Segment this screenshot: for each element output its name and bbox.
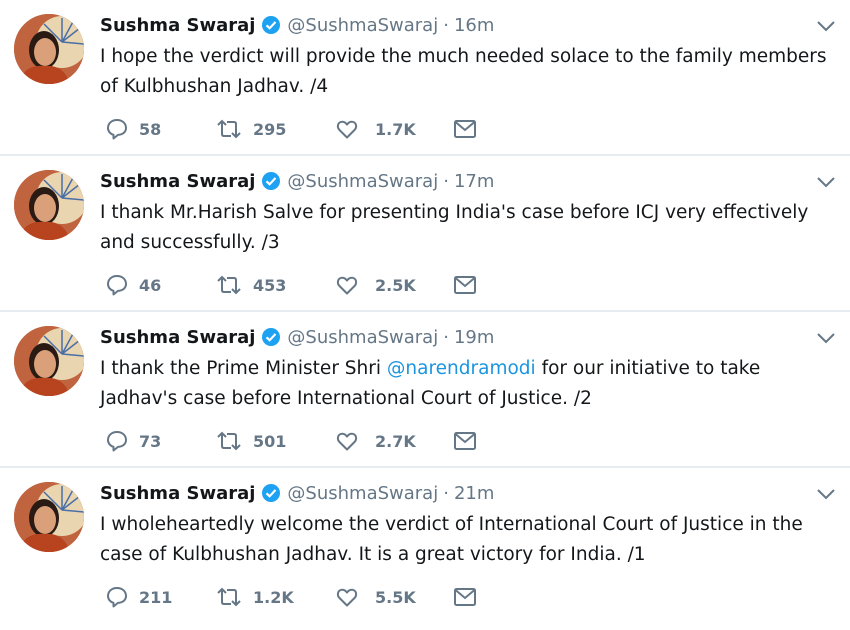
author-handle[interactable]: @SushmaSwaraj <box>287 171 438 192</box>
timestamp[interactable]: 17m <box>454 171 494 192</box>
author-handle[interactable]: @SushmaSwaraj <box>287 327 438 348</box>
avatar[interactable] <box>14 482 84 552</box>
retweet-icon <box>215 117 243 141</box>
tweet-feed: Sushma Swaraj @SushmaSwaraj · 16m I hope… <box>0 0 850 630</box>
tweet-actions: 46 453 2.5K <box>105 270 505 300</box>
chevron-down-icon[interactable] <box>816 174 836 188</box>
mention-link[interactable]: @narendramodi <box>387 358 536 379</box>
verified-badge-icon <box>261 483 281 503</box>
reply-button[interactable]: 211 <box>105 582 172 612</box>
retweet-icon <box>215 429 243 453</box>
reply-icon <box>105 117 129 141</box>
tweet-actions: 211 1.2K 5.5K <box>105 582 505 612</box>
avatar[interactable] <box>14 170 84 240</box>
retweet-count: 501 <box>253 431 287 451</box>
retweet-count: 1.2K <box>253 587 294 607</box>
envelope-icon <box>453 118 477 140</box>
like-button[interactable]: 2.7K <box>335 426 416 456</box>
separator-dot: · <box>443 14 449 36</box>
retweet-button[interactable]: 501 <box>215 426 286 456</box>
like-button[interactable]: 2.5K <box>335 270 416 300</box>
author-handle[interactable]: @SushmaSwaraj <box>287 483 438 504</box>
author-handle[interactable]: @SushmaSwaraj <box>287 15 438 36</box>
tweet-text-content: I wholeheartedly welcome the verdict of … <box>100 514 803 565</box>
direct-message-button[interactable] <box>453 582 477 612</box>
author-name[interactable]: Sushma Swaraj <box>100 171 255 192</box>
tweet[interactable]: Sushma Swaraj @SushmaSwaraj · 16m I hope… <box>0 0 850 156</box>
envelope-icon <box>453 430 477 452</box>
tweet-header: Sushma Swaraj @SushmaSwaraj · 17m <box>100 168 494 194</box>
heart-icon <box>335 585 359 609</box>
author-name[interactable]: Sushma Swaraj <box>100 483 255 504</box>
separator-dot: · <box>443 170 449 192</box>
like-count: 5.5K <box>375 587 416 607</box>
retweet-button[interactable]: 453 <box>215 270 286 300</box>
timestamp[interactable]: 19m <box>454 327 494 348</box>
chevron-down-icon[interactable] <box>816 486 836 500</box>
heart-icon <box>335 429 359 453</box>
timestamp[interactable]: 21m <box>454 483 494 504</box>
reply-button[interactable]: 46 <box>105 270 161 300</box>
reply-button[interactable]: 58 <box>105 114 161 144</box>
like-count: 2.5K <box>375 275 416 295</box>
verified-badge-icon <box>261 327 281 347</box>
timestamp[interactable]: 16m <box>454 15 494 36</box>
author-name[interactable]: Sushma Swaraj <box>100 327 255 348</box>
retweet-icon <box>215 273 243 297</box>
reply-count: 211 <box>139 587 173 607</box>
direct-message-button[interactable] <box>453 270 477 300</box>
chevron-down-icon[interactable] <box>816 18 836 32</box>
tweet-text: I wholeheartedly welcome the verdict of … <box>100 510 835 570</box>
heart-icon <box>335 273 359 297</box>
chevron-down-icon[interactable] <box>816 330 836 344</box>
tweet-text: I hope the verdict will provide the much… <box>100 42 835 102</box>
tweet[interactable]: Sushma Swaraj @SushmaSwaraj · 17m I than… <box>0 156 850 312</box>
tweet[interactable]: Sushma Swaraj @SushmaSwaraj · 19m I than… <box>0 312 850 468</box>
like-button[interactable]: 1.7K <box>335 114 416 144</box>
tweet-header: Sushma Swaraj @SushmaSwaraj · 16m <box>100 12 494 38</box>
tweet-text-content: I thank Mr.Harish Salve for presenting I… <box>100 202 809 253</box>
tweet-text: I thank Mr.Harish Salve for presenting I… <box>100 198 835 258</box>
verified-badge-icon <box>261 171 281 191</box>
avatar[interactable] <box>14 14 84 84</box>
tweet-header: Sushma Swaraj @SushmaSwaraj · 21m <box>100 480 494 506</box>
like-count: 1.7K <box>375 119 416 139</box>
reply-count: 46 <box>139 275 162 295</box>
reply-icon <box>105 273 129 297</box>
tweet-actions: 73 501 2.7K <box>105 426 505 456</box>
retweet-count: 295 <box>253 119 287 139</box>
retweet-button[interactable]: 295 <box>215 114 286 144</box>
tweet-header: Sushma Swaraj @SushmaSwaraj · 19m <box>100 324 494 350</box>
reply-count: 73 <box>139 431 162 451</box>
direct-message-button[interactable] <box>453 426 477 456</box>
like-count: 2.7K <box>375 431 416 451</box>
envelope-icon <box>453 586 477 608</box>
author-name[interactable]: Sushma Swaraj <box>100 15 255 36</box>
heart-icon <box>335 117 359 141</box>
verified-badge-icon <box>261 15 281 35</box>
retweet-icon <box>215 585 243 609</box>
separator-dot: · <box>443 326 449 348</box>
direct-message-button[interactable] <box>453 114 477 144</box>
tweet-text: I thank the Prime Minister Shri @narendr… <box>100 354 835 414</box>
tweet[interactable]: Sushma Swaraj @SushmaSwaraj · 21m I whol… <box>0 468 850 624</box>
separator-dot: · <box>443 482 449 504</box>
tweet-text-content: I hope the verdict will provide the much… <box>100 46 827 97</box>
avatar[interactable] <box>14 326 84 396</box>
envelope-icon <box>453 274 477 296</box>
retweet-count: 453 <box>253 275 287 295</box>
retweet-button[interactable]: 1.2K <box>215 582 294 612</box>
like-button[interactable]: 5.5K <box>335 582 416 612</box>
tweet-actions: 58 295 1.7K <box>105 114 505 144</box>
tweet-text-before: I thank the Prime Minister Shri <box>100 358 387 379</box>
reply-icon <box>105 429 129 453</box>
reply-count: 58 <box>139 119 162 139</box>
reply-button[interactable]: 73 <box>105 426 161 456</box>
reply-icon <box>105 585 129 609</box>
